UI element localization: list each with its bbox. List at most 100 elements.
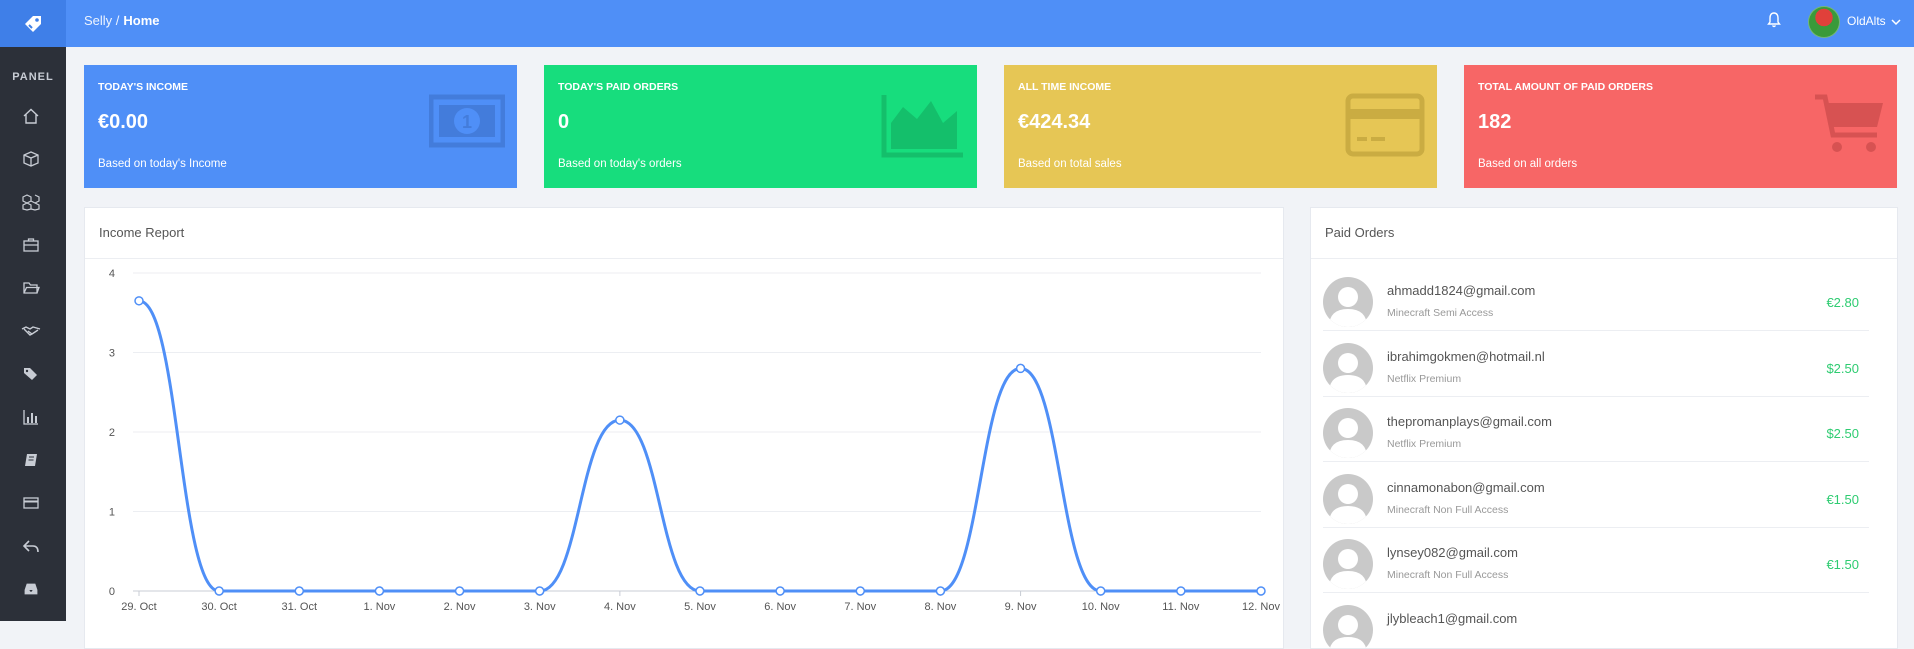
card-value: €0.00 <box>98 111 148 134</box>
order-product: Minecraft Semi Access <box>1387 307 1493 319</box>
data-point <box>776 587 784 595</box>
card-value: 0 <box>558 111 569 134</box>
paid-orders-title: Paid Orders <box>1311 208 1897 259</box>
data-point <box>1097 587 1105 595</box>
sidebar-title: PANEL <box>0 71 66 83</box>
x-tick-label: 12. Nov <box>1242 601 1280 613</box>
data-point <box>936 587 944 595</box>
order-email: ibrahimgokmen@hotmail.nl <box>1387 349 1545 364</box>
card-title: TOTAL AMOUNT OF PAID ORDERS <box>1478 81 1653 93</box>
svg-text:1: 1 <box>462 112 472 132</box>
card-all-time-income: ALL TIME INCOME €424.34 Based on total s… <box>1004 65 1437 188</box>
username[interactable]: OldAlts <box>1847 14 1886 28</box>
x-tick-label: 30. Oct <box>201 601 236 613</box>
x-tick-label: 7. Nov <box>844 601 876 613</box>
briefcase-icon[interactable] <box>20 234 42 256</box>
data-point <box>856 587 864 595</box>
y-tick-label: 2 <box>109 427 115 439</box>
selly-logo[interactable] <box>0 0 66 47</box>
cart-icon <box>1813 93 1885 160</box>
card-title: TODAY'S INCOME <box>98 81 188 93</box>
reply-icon[interactable] <box>20 535 42 557</box>
inbox-icon[interactable] <box>20 578 42 600</box>
data-point <box>295 587 303 595</box>
card-subtitle: Based on total sales <box>1018 158 1122 170</box>
breadcrumb-root[interactable]: Selly / <box>84 13 119 28</box>
credit-card-icon[interactable] <box>20 492 42 514</box>
order-email: lynsey082@gmail.com <box>1387 545 1518 560</box>
data-point <box>1177 587 1185 595</box>
income-report-title: Income Report <box>85 208 1283 259</box>
data-point <box>536 587 544 595</box>
data-point <box>1017 364 1025 372</box>
breadcrumb: Selly / Home <box>84 13 160 28</box>
folder-icon[interactable] <box>20 277 42 299</box>
money-icon: 1 <box>429 93 505 154</box>
order-price: $2.50 <box>1826 361 1859 376</box>
card-todays-paid-orders: TODAY'S PAID ORDERS 0 Based on today's o… <box>544 65 977 188</box>
bar-chart-icon[interactable] <box>20 406 42 428</box>
top-bar: Selly / Home OldAlts <box>0 0 1914 47</box>
book-icon[interactable] <box>20 449 42 471</box>
tags-icon[interactable] <box>20 363 42 385</box>
x-tick-label: 31. Oct <box>282 601 317 613</box>
home-icon[interactable] <box>20 105 42 127</box>
income-line-chart: 0123429. Oct30. Oct31. Oct1. Nov2. Nov3.… <box>85 258 1283 648</box>
x-tick-label: 11. Nov <box>1162 601 1200 613</box>
data-point <box>1257 587 1265 595</box>
y-tick-label: 4 <box>109 268 115 280</box>
y-tick-label: 1 <box>109 507 115 519</box>
x-tick-label: 8. Nov <box>925 601 957 613</box>
card-todays-income: TODAY'S INCOME €0.00 Based on today's In… <box>84 65 517 188</box>
order-price: $2.50 <box>1826 426 1859 441</box>
x-tick-label: 29. Oct <box>121 601 156 613</box>
data-point <box>696 587 704 595</box>
card-value: 182 <box>1478 111 1511 134</box>
order-price: €1.50 <box>1826 557 1859 572</box>
x-tick-label: 4. Nov <box>604 601 636 613</box>
order-row[interactable]: lynsey082@gmail.com Minecraft Non Full Ac… <box>1323 527 1869 593</box>
card-subtitle: Based on all orders <box>1478 158 1577 170</box>
order-row[interactable]: ibrahimgokmen@hotmail.nl Netflix Premium $… <box>1323 331 1869 397</box>
breadcrumb-current: Home <box>123 13 159 28</box>
box-icon[interactable] <box>20 148 42 170</box>
card-total-paid-orders: TOTAL AMOUNT OF PAID ORDERS 182 Based on… <box>1464 65 1897 188</box>
income-series-line <box>139 301 1261 591</box>
sidebar: PANEL <box>0 47 66 621</box>
data-point <box>616 416 624 424</box>
order-email: cinnamonabon@gmail.com <box>1387 480 1545 495</box>
x-tick-label: 6. Nov <box>764 601 796 613</box>
order-price: €2.80 <box>1826 295 1859 310</box>
order-row[interactable]: thepromanplays@gmail.com Netflix Premium $… <box>1323 396 1869 462</box>
area-chart-icon <box>881 93 965 164</box>
chevron-down-icon[interactable] <box>1890 14 1902 32</box>
order-product: Minecraft Non Full Access <box>1387 569 1508 581</box>
x-tick-label: 9. Nov <box>1005 601 1037 613</box>
data-point <box>215 587 223 595</box>
order-row[interactable]: ahmadd1824@gmail.comMinecraft Semi Acces… <box>1323 265 1869 331</box>
user-placeholder-icon <box>1323 408 1373 458</box>
x-tick-label: 1. Nov <box>364 601 396 613</box>
paid-orders-panel: Paid Orders ahmadd1824@gmail.comMinecraf… <box>1310 207 1898 649</box>
x-tick-label: 3. Nov <box>524 601 556 613</box>
card-value: €424.34 <box>1018 111 1090 134</box>
x-tick-label: 2. Nov <box>444 601 476 613</box>
data-point <box>456 587 464 595</box>
bell-icon[interactable] <box>1766 11 1782 34</box>
card-title: ALL TIME INCOME <box>1018 81 1111 93</box>
user-placeholder-icon <box>1323 605 1373 649</box>
user-placeholder-icon <box>1323 343 1373 393</box>
user-placeholder-icon <box>1323 539 1373 589</box>
order-product: Netflix Premium <box>1387 373 1461 385</box>
boxes-icon[interactable] <box>20 191 42 213</box>
order-email: jlybleach1@gmail.com <box>1387 611 1517 626</box>
order-product: Netflix Premium <box>1387 438 1461 450</box>
order-email: thepromanplays@gmail.com <box>1387 414 1552 429</box>
handshake-icon[interactable] <box>20 320 42 342</box>
income-report-panel: Income Report 0123429. Oct30. Oct31. Oct… <box>84 207 1284 649</box>
y-tick-label: 3 <box>109 348 115 360</box>
data-point <box>375 587 383 595</box>
user-avatar[interactable] <box>1808 6 1840 38</box>
x-tick-label: 5. Nov <box>684 601 716 613</box>
order-row[interactable]: cinnamonabon@gmail.comMinecraft Non Full… <box>1323 462 1869 528</box>
